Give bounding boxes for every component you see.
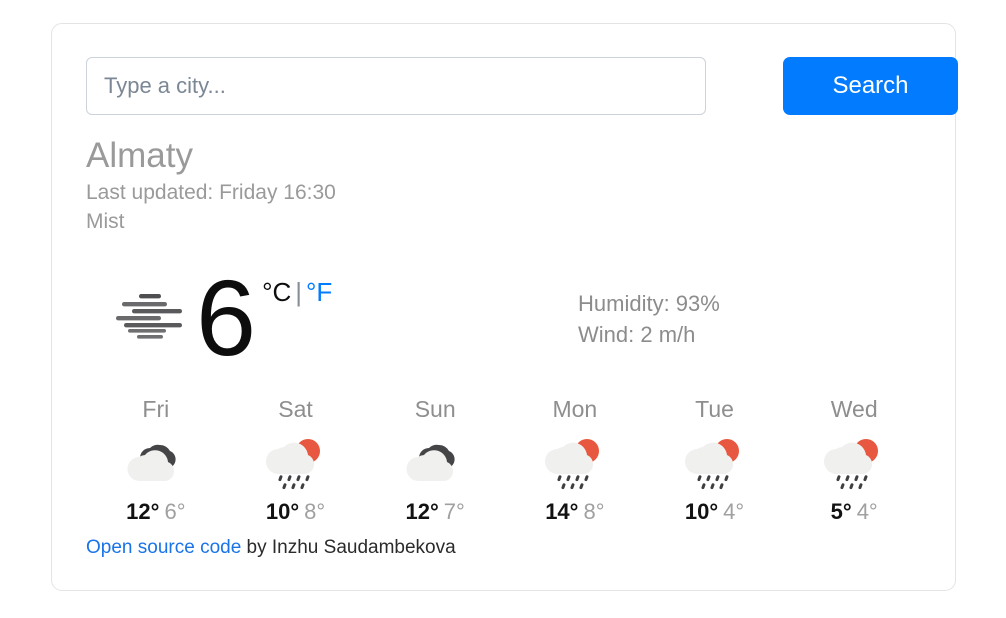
search-input[interactable] [86, 57, 706, 115]
forecast-temp-max: 14° [545, 499, 579, 524]
unit-fahrenheit-link[interactable]: °F [306, 277, 332, 307]
forecast-temp-max: 12° [405, 499, 439, 524]
weather-card: Search Almaty Last updated: Friday 16:30… [51, 23, 958, 591]
forecast-temp-min: 8° [583, 499, 605, 524]
unit-separator: | [295, 276, 303, 307]
footer: Open source code by Inzhu Saudambekova [86, 535, 456, 561]
forecast-temp-max: 10° [684, 499, 719, 524]
wind-value: Wind: 2 m/h [578, 322, 696, 347]
forecast-row: Fri 12° 6° Sat 10° 8° Sun 12° 7° Mon 14°… [86, 394, 924, 526]
forecast-temps: 12° 7° [365, 498, 505, 526]
forecast-day-fri: Fri 12° 6° [86, 394, 226, 526]
city-info: Almaty Last updated: Friday 16:30 Mist [86, 134, 686, 236]
forecast-temp-max: 5° [830, 499, 852, 524]
forecast-temp-min: 7° [443, 499, 465, 524]
forecast-day-sun: Sun 12° 7° [365, 394, 505, 526]
sun-rain-cloud-icon [226, 434, 366, 492]
forecast-day-label: Fri [142, 396, 170, 422]
forecast-temp-min: 6° [164, 499, 186, 524]
forecast-day-mon: Mon 14° 8° [505, 394, 645, 526]
unit-toggle: °C | °F [262, 279, 332, 305]
open-source-link[interactable]: Open source code [86, 537, 241, 558]
forecast-day-label: Tue [695, 396, 734, 422]
footer-credit: by Inzhu Saudambekova [241, 537, 456, 558]
current-temperature-group: 6 °C | °F [86, 257, 332, 372]
forecast-temp-max: 10° [265, 499, 300, 524]
forecast-day-wed: Wed 5° 4° [784, 394, 924, 526]
forecast-day-label: Sat [278, 396, 313, 422]
search-row: Search [86, 57, 958, 117]
overcast-cloud-icon [365, 434, 505, 492]
sun-rain-cloud-icon [784, 434, 924, 492]
overcast-cloud-icon [86, 434, 226, 492]
forecast-day-tue: Tue 10° 4° [645, 394, 785, 526]
weather-condition: Mist [86, 210, 125, 233]
search-button[interactable]: Search [783, 57, 958, 115]
forecast-day-sat: Sat 10° 8° [226, 394, 366, 526]
forecast-temp-min: 8° [304, 499, 326, 524]
forecast-temp-max: 12° [126, 499, 160, 524]
forecast-temps: 10° 4° [645, 498, 785, 526]
unit-celsius[interactable]: °C [262, 277, 291, 307]
forecast-temps: 5° 4° [784, 498, 924, 526]
current-details: Humidity: 93% Wind: 2 m/h [578, 288, 720, 350]
forecast-day-label: Sun [414, 396, 456, 422]
forecast-temps: 14° 8° [505, 498, 645, 526]
current-temperature: 6 [196, 256, 256, 378]
last-updated: Last updated: Friday 16:30 [86, 181, 336, 204]
humidity-value: Humidity: 93% [578, 291, 720, 316]
mist-icon [108, 285, 186, 345]
forecast-temps: 12° 6° [86, 498, 226, 526]
sun-rain-cloud-icon [505, 434, 645, 492]
city-name: Almaty [86, 136, 193, 175]
forecast-day-label: Mon [552, 396, 598, 422]
forecast-temps: 10° 8° [226, 498, 366, 526]
forecast-day-label: Wed [830, 396, 878, 422]
sun-rain-cloud-icon [645, 434, 785, 492]
forecast-temp-min: 4° [723, 499, 745, 524]
current-conditions: 6 °C | °F Humidity: 93% Wind: 2 m/h [86, 257, 924, 372]
forecast-temp-min: 4° [856, 499, 878, 524]
